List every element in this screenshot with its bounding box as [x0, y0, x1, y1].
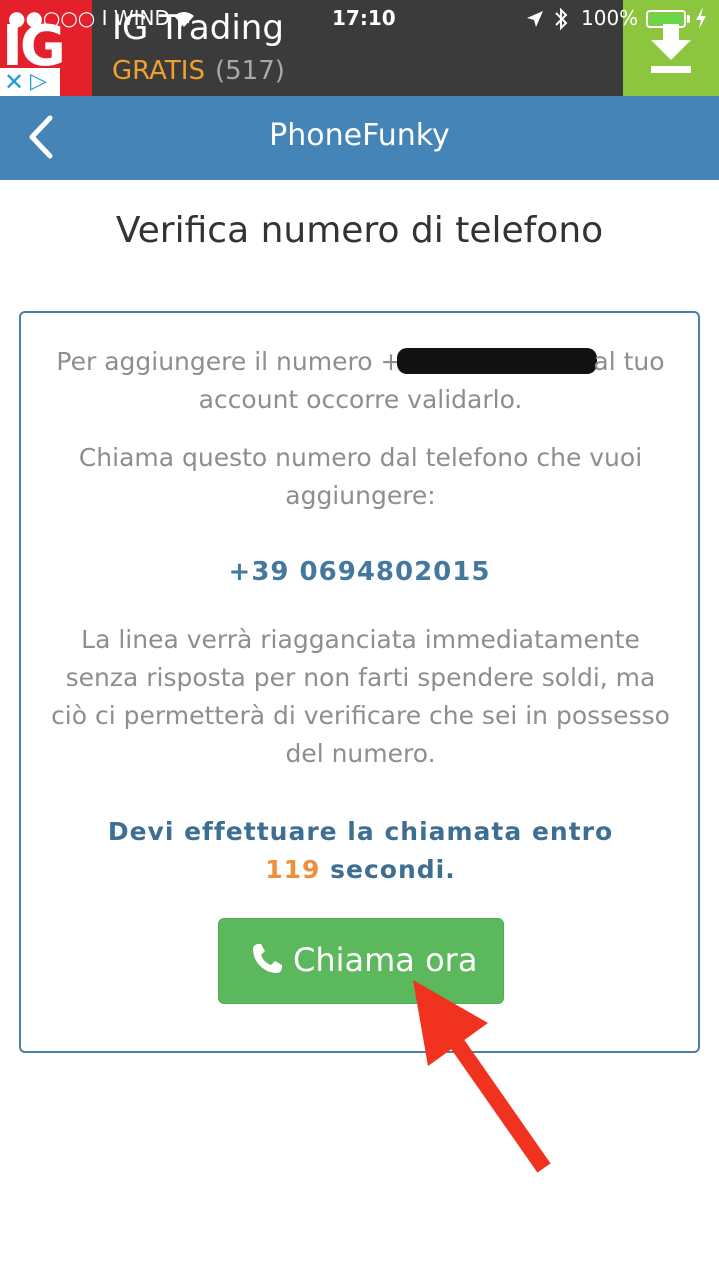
ad-price: GRATIS [112, 56, 205, 86]
phone-icon [253, 944, 282, 973]
instruction-text: Chiama questo numero dal telefono che vu… [78, 443, 643, 510]
close-icon[interactable]: ✕ [4, 68, 24, 96]
intro-text-end: al tuo [593, 347, 665, 376]
verification-phone-number[interactable]: +39 0694802015 [21, 557, 698, 587]
intro-text: Per aggiungere il numero + al tuo account… [51, 343, 670, 419]
wifi-icon [174, 12, 194, 27]
carrier-signal: ●●○○○ I WIND [8, 6, 170, 30]
battery-percent: 100% [581, 6, 639, 30]
battery-level [650, 14, 682, 24]
clock: 17:10 [332, 6, 396, 30]
redacted-number [397, 348, 598, 374]
intro-text-start: Per aggiungere il numero + [56, 347, 402, 376]
ad-subtitle: GRATIS (517) [112, 56, 285, 86]
location-icon [527, 11, 543, 27]
deadline-label: Devi effettuare la chiamata entro [107, 817, 614, 846]
adchoices-icon[interactable]: ▷ [30, 68, 47, 96]
status-bar: ●●○○○ I WIND 17:10 100% [0, 0, 719, 40]
nav-title: PhoneFunky [269, 118, 450, 153]
call-now-button[interactable]: Chiama ora [218, 918, 504, 1004]
explanation-text: La linea verrà riagganciata immediatamen… [51, 625, 670, 768]
call-now-label: Chiama ora [293, 941, 478, 979]
verification-card: Per aggiungere il numero + al tuo account… [19, 311, 700, 1053]
battery-icon [646, 10, 686, 28]
bluetooth-icon [555, 7, 568, 31]
intro-text-line2: account occorre validarlo. [198, 385, 523, 414]
adchoices-badge[interactable]: ✕ ▷ [0, 68, 60, 96]
countdown-seconds: 119 [265, 855, 321, 884]
deadline-text: Devi effettuare la chiamata entro 119 se… [51, 813, 670, 889]
ad-rating-count: (517) [214, 56, 285, 86]
seconds-label: secondi. [330, 855, 456, 884]
battery-tip [687, 15, 690, 23]
charging-icon [696, 7, 706, 29]
page-title: Verifica numero di telefono [115, 210, 604, 251]
navigation-bar: PhoneFunky [0, 96, 719, 180]
